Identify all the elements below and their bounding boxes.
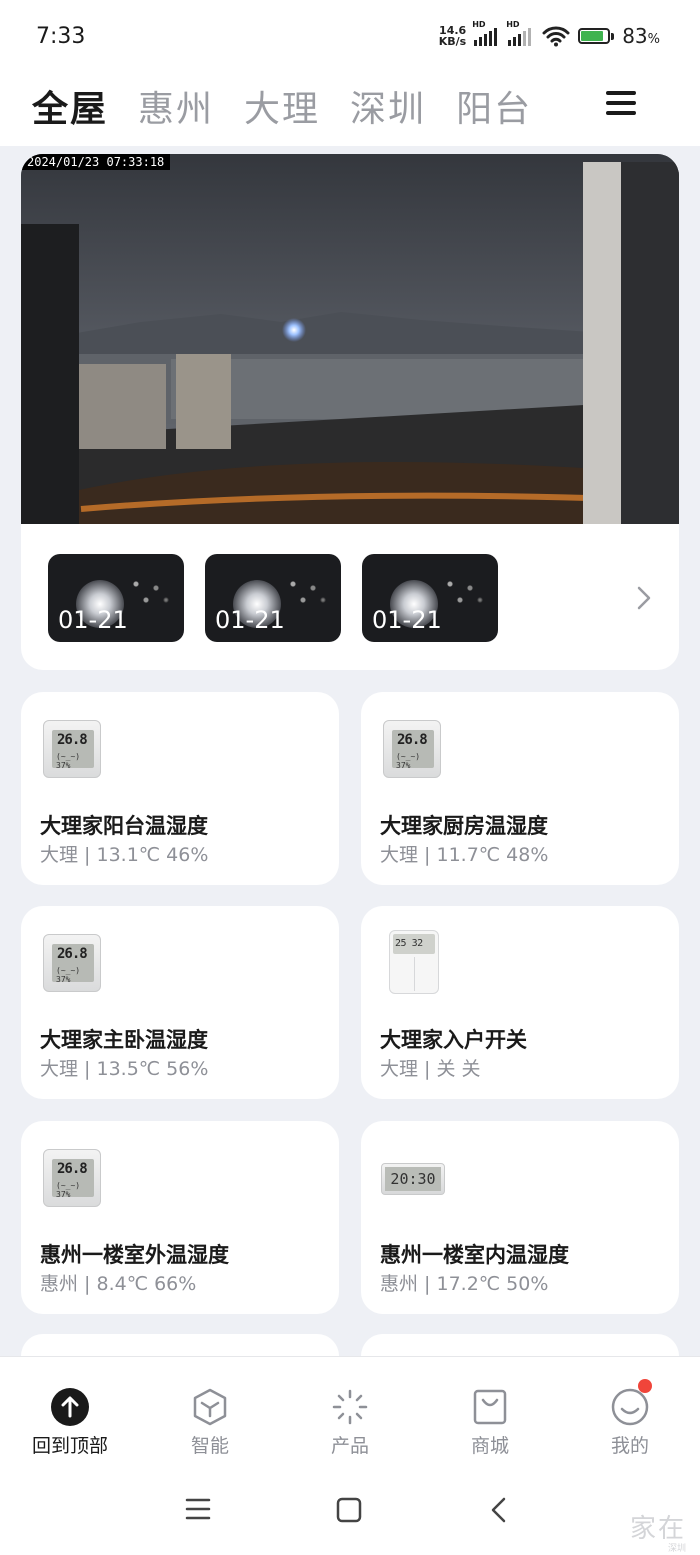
camera-thumbnail[interactable]: 01-21 [205, 554, 341, 642]
thumbnail-date: 01-21 [215, 606, 285, 634]
device-card[interactable]: 26.8 (~_~) 37% 大理家阳台温湿度 大理 | 13.1℃ 46% [21, 692, 339, 885]
device-card[interactable]: 26.8 (~_~) 37% 大理家主卧温湿度 大理 | 13.5℃ 56% [21, 906, 339, 1099]
signal-1-icon: HD [472, 20, 500, 46]
nav-label: 产品 [330, 1435, 369, 1457]
device-name: 惠州一楼室外温湿度 [40, 1243, 229, 1267]
menu-icon[interactable] [606, 88, 636, 118]
thermo-hygrometer-icon: 26.8 (~_~) 37% [43, 1149, 103, 1209]
thumbnail-date: 01-21 [58, 606, 128, 634]
device-card[interactable]: 20:30 惠州一楼室内温湿度 惠州 | 17.2℃ 50% [361, 1121, 679, 1314]
nav-label: 商城 [470, 1435, 509, 1457]
tab-huizhou[interactable]: 惠州 [138, 80, 214, 132]
nav-label: 智能 [190, 1435, 229, 1457]
chevron-right-icon[interactable] [636, 585, 652, 611]
nav-products[interactable]: 产品 [280, 1357, 420, 1467]
nav-smart[interactable]: 智能 [140, 1357, 280, 1467]
status-icons: 14.6 KB/s HD HD 83% [439, 20, 660, 52]
device-status: 大理 | 关 关 [380, 1058, 481, 1080]
nav-back-to-top[interactable]: 回到顶部 [0, 1357, 140, 1467]
camera-thumbnail[interactable]: 01-21 [48, 554, 184, 642]
wall-switch-icon: 25 32 [389, 930, 449, 994]
nav-mine[interactable]: 我的 [560, 1357, 700, 1467]
notification-badge [638, 1379, 652, 1393]
clock-hygrometer-icon: 20:30 [381, 1149, 451, 1209]
camera-thumbnails: 01-21 01-21 01-21 [48, 554, 498, 642]
tab-balcony[interactable]: 阳台 [456, 80, 532, 132]
camera-scene [21, 154, 679, 524]
profile-face-icon [610, 1379, 652, 1427]
thermo-hygrometer-icon: 26.8 (~_~) 37% [383, 720, 443, 780]
camera-card: 2024/01/23 07:33:18 01-21 01-21 01-21 [21, 154, 679, 670]
home-icon[interactable] [335, 1496, 363, 1524]
device-status: 惠州 | 17.2℃ 50% [380, 1273, 549, 1295]
device-status: 大理 | 13.5℃ 56% [40, 1058, 209, 1080]
device-name: 大理家阳台温湿度 [40, 814, 208, 838]
status-bar: 7:33 14.6 KB/s HD HD 83% [0, 0, 700, 72]
thumbnail-date: 01-21 [372, 606, 442, 634]
wifi-icon [542, 26, 570, 47]
battery-icon [578, 28, 615, 44]
tab-shenzhen[interactable]: 深圳 [350, 80, 426, 132]
device-name: 大理家厨房温湿度 [380, 814, 548, 838]
tab-whole-house[interactable]: 全屋 [32, 80, 108, 132]
nav-label: 回到顶部 [31, 1435, 108, 1457]
product-sparkle-icon [330, 1387, 370, 1427]
battery-percent: 83% [622, 24, 660, 48]
camera-timestamp: 2024/01/23 07:33:18 [21, 154, 171, 170]
back-icon[interactable] [488, 1496, 508, 1524]
camera-live-view[interactable]: 2024/01/23 07:33:18 [21, 154, 679, 524]
device-card[interactable]: 25 32 大理家入户开关 大理 | 关 关 [361, 906, 679, 1099]
device-name: 大理家主卧温湿度 [40, 1028, 208, 1052]
recent-apps-icon[interactable] [184, 1496, 212, 1522]
system-nav-bar [0, 1466, 700, 1555]
network-speed: 14.6 KB/s [438, 24, 467, 48]
device-status: 惠州 | 8.4℃ 66% [40, 1273, 197, 1295]
thermo-hygrometer-icon: 26.8 (~_~) 37% [43, 720, 103, 780]
device-name: 惠州一楼室内温湿度 [380, 1243, 569, 1267]
thermo-hygrometer-icon: 26.8 (~_~) 37% [43, 934, 103, 994]
shop-bag-icon [470, 1387, 510, 1427]
camera-thumbnail[interactable]: 01-21 [362, 554, 498, 642]
tab-dali[interactable]: 大理 [244, 80, 320, 132]
device-status: 大理 | 13.1℃ 46% [40, 844, 209, 866]
smart-cube-icon [190, 1387, 230, 1427]
bottom-nav: 回到顶部 智能 产品 商城 我的 [0, 1356, 700, 1466]
device-card[interactable]: 26.8 (~_~) 37% 惠州一楼室外温湿度 惠州 | 8.4℃ 66% [21, 1121, 339, 1314]
home-header: 全屋 惠州 大理 深圳 阳台 [0, 72, 700, 146]
back-to-top-icon [50, 1387, 90, 1427]
nav-label: 我的 [610, 1435, 649, 1457]
home-tabs: 全屋 惠州 大理 深圳 阳台 [32, 80, 532, 132]
device-card[interactable]: 26.8 (~_~) 37% 大理家厨房温湿度 大理 | 11.7℃ 48% [361, 692, 679, 885]
signal-2-icon: HD [506, 20, 534, 46]
status-time: 7:33 [36, 24, 86, 49]
device-name: 大理家入户开关 [380, 1028, 527, 1052]
nav-shop[interactable]: 商城 [420, 1357, 560, 1467]
device-status: 大理 | 11.7℃ 48% [380, 844, 549, 866]
watermark: 家在 深圳 [629, 1514, 686, 1554]
